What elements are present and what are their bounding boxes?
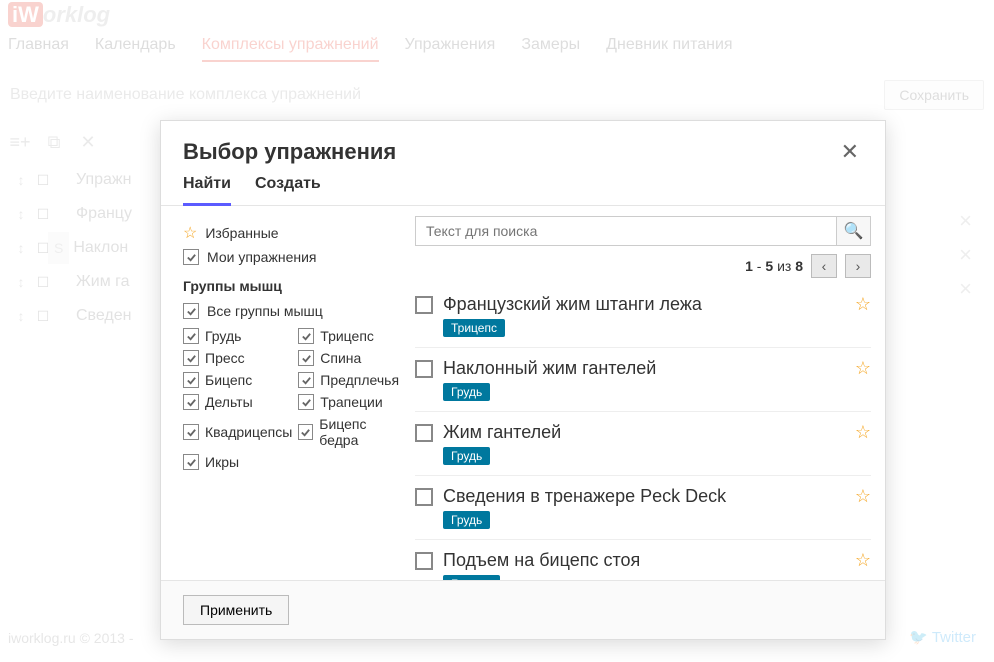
pager: 1 - 5 из 8 ‹ › (415, 254, 871, 278)
list-item: Жим гантелей Грудь ☆ (415, 411, 871, 475)
list-item: Наклонный жим гантелей Грудь ☆ (415, 347, 871, 411)
muscle-checkbox[interactable]: Спина (298, 350, 403, 366)
tab-create[interactable]: Создать (255, 175, 321, 205)
results-panel: 🔍 1 - 5 из 8 ‹ › Французский жим штанги … (411, 206, 885, 580)
pager-next-button[interactable]: › (845, 254, 871, 278)
muscle-tag: Трицепс (443, 319, 505, 337)
favorite-star-icon[interactable]: ☆ (855, 422, 871, 443)
checkbox-icon (183, 249, 199, 265)
muscle-checkbox[interactable]: Дельты (183, 394, 292, 410)
exercise-title[interactable]: Подъем на бицепс стоя (443, 550, 845, 571)
favorite-star-icon[interactable]: ☆ (855, 486, 871, 507)
search-input[interactable] (415, 216, 837, 246)
exercise-checkbox[interactable] (415, 552, 433, 570)
checkbox-icon (183, 328, 199, 344)
checkbox-icon (298, 372, 314, 388)
filter-sidebar: ☆ Избранные Мои упражнения Группы мышц В… (161, 206, 411, 580)
checkbox-icon (183, 372, 199, 388)
exercise-checkbox[interactable] (415, 424, 433, 442)
exercise-title[interactable]: Французский жим штанги лежа (443, 294, 845, 315)
tab-find[interactable]: Найти (183, 175, 231, 206)
muscle-checkbox[interactable]: Трапеции (298, 394, 403, 410)
exercise-title[interactable]: Жим гантелей (443, 422, 845, 443)
list-item: Подъем на бицепс стоя Бицепс ☆ (415, 539, 871, 580)
muscle-checkbox[interactable]: Трицепс (298, 328, 403, 344)
favorites-filter[interactable]: ☆ Избранные (183, 220, 403, 246)
muscle-tag: Грудь (443, 511, 490, 529)
checkbox-icon (183, 394, 199, 410)
modal-tabs: Найти Создать (161, 165, 885, 206)
exercise-picker-modal: Выбор упражнения ✕ Найти Создать ☆ Избра… (160, 120, 886, 640)
checkbox-icon (183, 454, 199, 470)
checkbox-icon (183, 350, 199, 366)
checkbox-icon (298, 328, 314, 344)
star-icon: ☆ (183, 223, 197, 243)
checkbox-icon (298, 350, 314, 366)
apply-button[interactable]: Применить (183, 595, 289, 625)
muscle-checkbox[interactable]: Грудь (183, 328, 292, 344)
muscle-checkbox[interactable]: Бицепс бедра (298, 416, 403, 448)
checkbox-icon (298, 394, 314, 410)
list-item: Сведения в тренажере Peck Deck Грудь ☆ (415, 475, 871, 539)
favorite-star-icon[interactable]: ☆ (855, 294, 871, 315)
my-exercises-filter[interactable]: Мои упражнения (183, 246, 403, 268)
exercise-title[interactable]: Наклонный жим гантелей (443, 358, 845, 379)
muscle-tag: Грудь (443, 447, 490, 465)
list-item: Французский жим штанги лежа Трицепс ☆ (415, 284, 871, 347)
muscle-checkbox[interactable]: Бицепс (183, 372, 292, 388)
muscle-checkbox[interactable]: Предплечья (298, 372, 403, 388)
all-groups-checkbox[interactable]: Все группы мышц (183, 300, 403, 322)
checkbox-icon (183, 424, 199, 440)
search-button[interactable]: 🔍 (837, 216, 871, 246)
exercise-checkbox[interactable] (415, 360, 433, 378)
favorite-star-icon[interactable]: ☆ (855, 358, 871, 379)
muscle-checkbox[interactable]: Икры (183, 454, 292, 470)
muscle-groups-heading: Группы мышц (183, 278, 403, 294)
modal-title: Выбор упражнения (183, 139, 837, 165)
favorite-star-icon[interactable]: ☆ (855, 550, 871, 571)
chevron-right-icon: › (856, 258, 861, 274)
checkbox-icon (183, 303, 199, 319)
chevron-left-icon: ‹ (822, 258, 827, 274)
search-icon: 🔍 (844, 221, 864, 241)
close-icon[interactable]: ✕ (837, 139, 863, 165)
muscle-checkbox[interactable]: Пресс (183, 350, 292, 366)
exercise-checkbox[interactable] (415, 488, 433, 506)
exercise-list: Французский жим штанги лежа Трицепс ☆ На… (415, 284, 871, 580)
exercise-title[interactable]: Сведения в тренажере Peck Deck (443, 486, 845, 507)
muscle-checkbox[interactable]: Квадрицепсы (183, 416, 292, 448)
muscle-tag: Грудь (443, 383, 490, 401)
pager-prev-button[interactable]: ‹ (811, 254, 837, 278)
checkbox-icon (298, 424, 313, 440)
exercise-checkbox[interactable] (415, 296, 433, 314)
